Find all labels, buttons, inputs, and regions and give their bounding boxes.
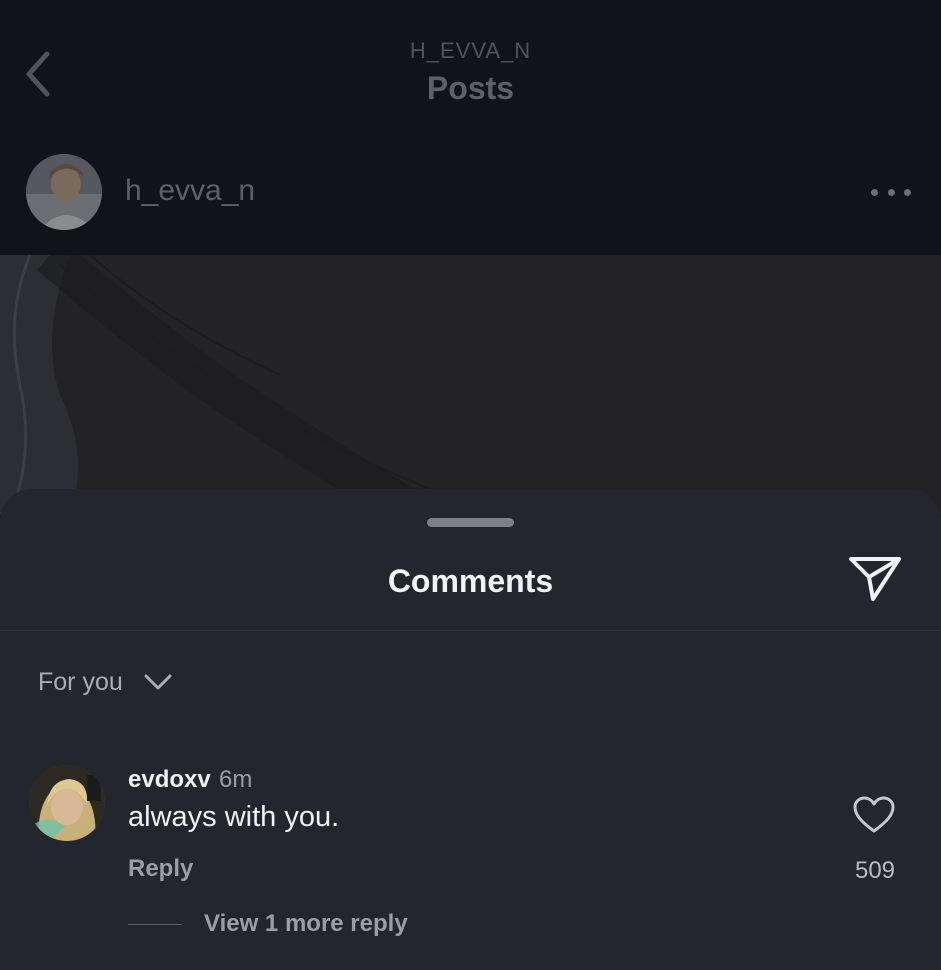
chevron-down-icon xyxy=(144,674,172,690)
sort-label: For you xyxy=(38,667,123,696)
more-horizontal-icon xyxy=(871,188,878,196)
reply-button[interactable]: Reply xyxy=(128,855,193,883)
comments-title: Comments xyxy=(387,563,554,599)
more-options-button[interactable] xyxy=(871,186,911,198)
comment-item: evdoxv 6m always with you. Reply 509 Vie… xyxy=(0,759,941,959)
share-button[interactable] xyxy=(845,551,905,603)
paper-plane-icon xyxy=(849,557,901,601)
sheet-divider xyxy=(0,630,941,631)
page-title: Posts xyxy=(426,70,515,106)
author-avatar[interactable] xyxy=(26,154,102,230)
reply-thread-line xyxy=(128,923,182,925)
like-button[interactable] xyxy=(852,795,896,835)
sort-dropdown[interactable]: For you xyxy=(38,665,173,699)
heart-outline-icon xyxy=(853,796,895,833)
commenter-avatar-image xyxy=(29,765,105,841)
commenter-username[interactable]: evdoxv xyxy=(128,766,211,794)
comments-sheet: Comments For you evdoxv 6m always with y… xyxy=(0,489,941,970)
commenter-avatar[interactable] xyxy=(29,765,105,841)
post-image[interactable] xyxy=(0,255,941,515)
comment-text: always with you. xyxy=(128,801,340,833)
author-username[interactable]: h_evva_n xyxy=(125,174,255,208)
view-more-replies-button[interactable]: View 1 more reply xyxy=(128,909,408,939)
header-username: H_EVVA_N xyxy=(409,38,532,63)
author-avatar-image xyxy=(26,154,102,230)
view-more-replies-label: View 1 more reply xyxy=(204,910,408,937)
post-image-content xyxy=(0,255,941,515)
like-count: 509 xyxy=(854,857,896,884)
post-header: H_EVVA_N Posts h_evva_n xyxy=(0,0,941,255)
comment-timestamp: 6m xyxy=(219,766,253,793)
post-author-row: h_evva_n xyxy=(0,150,941,234)
sheet-drag-handle[interactable] xyxy=(427,518,514,527)
post-page: H_EVVA_N Posts h_evva_n Comments For you… xyxy=(0,0,941,970)
